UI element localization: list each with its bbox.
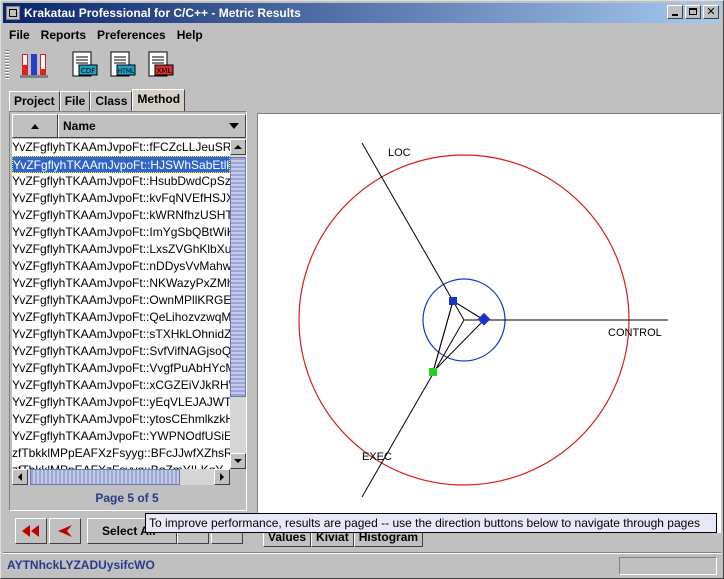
tab-method[interactable]: Method (132, 89, 186, 111)
polygon-edge-top (452, 300, 485, 321)
maximize-icon (689, 8, 697, 15)
report-cdf-icon: CDF (72, 51, 98, 77)
list-item[interactable]: YvZFgflyhTKAAmJvpoFt::kvFqNVEfHSJXr (12, 190, 230, 207)
tab-file[interactable]: File (59, 91, 91, 111)
tab-class[interactable]: Class (90, 91, 133, 111)
list-item[interactable]: zfTbkklMPpEAFXzFsyyg::BFcJJwfXZhsRu (12, 445, 230, 462)
list-item[interactable]: YvZFgflyhTKAAmJvpoFt::ytosCEhmlkzkH (12, 411, 230, 428)
report-xml-button[interactable]: XML (145, 50, 175, 80)
menu-reports[interactable]: Reports (35, 28, 91, 42)
label-control: CONTROL (608, 327, 662, 339)
method-list-panel: Name YvZFgflyhTKAAmJvpoFt::fFCZcLLJeuSRi… (9, 111, 247, 511)
metrics-button[interactable] (19, 50, 49, 80)
list-item[interactable]: YvZFgflyhTKAAmJvpoFt::yEqVLEJAJWTfC (12, 394, 230, 411)
status-separator (3, 552, 721, 554)
toolbar-grip[interactable] (5, 50, 9, 80)
previous-page-button[interactable] (49, 518, 81, 544)
list-item[interactable]: YvZFgflyhTKAAmJvpoFt::sTXHkLOhnidZr (12, 326, 230, 343)
title-bar: Krakatau Professional for C/C++ - Metric… (3, 3, 721, 23)
dropdown-icon (229, 123, 239, 129)
list-item[interactable]: YvZFgflyhTKAAmJvpoFt::OwnMPllKRGEa (12, 292, 230, 309)
label-exec: EXEC (362, 451, 392, 463)
scroll-up-button[interactable] (230, 139, 246, 155)
menu-bar: File Reports Preferences Help (3, 25, 208, 45)
report-html-button[interactable]: HTML (107, 50, 137, 80)
list-item[interactable]: YvZFgflyhTKAAmJvpoFt::YWPNOdfUSiEu (12, 428, 230, 445)
list-item[interactable]: zfTbkklMPpEAFXzFsyyg::BqZmYILKqY (12, 462, 230, 469)
list-item[interactable]: YvZFgflyhTKAAmJvpoFt::SvfVifNAGjsoQB (12, 343, 230, 360)
double-arrow-left-icon (22, 525, 39, 537)
toolbar: CDF HTML XML (5, 47, 183, 83)
vertical-scrollbar[interactable] (230, 139, 246, 469)
xml-label: XML (157, 67, 172, 75)
menu-preferences[interactable]: Preferences (91, 28, 171, 42)
status-text: AYTNhckLYZADUysifcWO (7, 558, 155, 572)
arrow-down-icon (234, 459, 242, 463)
close-button[interactable]: ✕ (703, 5, 719, 19)
list-item[interactable]: YvZFgflyhTKAAmJvpoFt::HsubDwdCpSzl (12, 173, 230, 190)
list-item[interactable]: YvZFgflyhTKAAmJvpoFt::VvgfPuAbHYcMv (12, 360, 230, 377)
kiviat-chart-panel: LOC CONTROL EXEC (257, 113, 721, 533)
arrow-left-icon (18, 473, 22, 481)
menu-help[interactable]: Help (171, 28, 208, 42)
html-label: HTML (118, 68, 135, 75)
list-item[interactable]: YvZFgflyhTKAAmJvpoFt::LxsZVGhKlbXud (12, 241, 230, 258)
arrow-right-icon (220, 473, 224, 481)
scroll-right-button[interactable] (214, 469, 230, 485)
name-column-header[interactable]: Name (58, 114, 246, 138)
horizontal-scroll-thumb[interactable] (30, 469, 180, 485)
app-icon (6, 6, 20, 20)
minimize-button[interactable] (667, 5, 683, 19)
list-item[interactable]: YvZFgflyhTKAAmJvpoFt::QeLihozvzwqMq (12, 309, 230, 326)
point-control (477, 312, 491, 326)
report-xml-icon: XML (148, 51, 174, 77)
vertical-scroll-thumb[interactable] (230, 157, 246, 397)
scroll-down-button[interactable] (230, 453, 246, 469)
list-item[interactable]: YvZFgflyhTKAAmJvpoFt::HJSWhSabEtlkE (12, 156, 230, 173)
status-progress-field (619, 557, 717, 575)
list-item[interactable]: YvZFgflyhTKAAmJvpoFt::NKWazyPxZMhT (12, 275, 230, 292)
horizontal-scrollbar[interactable] (12, 469, 230, 485)
list-item[interactable]: YvZFgflyhTKAAmJvpoFt::nDDysVvMahwA (12, 258, 230, 275)
metrics-thermometer-icon (20, 54, 48, 78)
maximize-button[interactable] (685, 5, 701, 19)
sort-ascending-icon (31, 123, 39, 129)
paging-tooltip: To improve performance, results are page… (145, 513, 717, 533)
list-header: Name (12, 114, 246, 138)
list-item[interactable]: YvZFgflyhTKAAmJvpoFt::kWRNfhzUSHTb (12, 207, 230, 224)
point-exec (429, 368, 437, 376)
axis-loc (361, 142, 465, 321)
list-item[interactable]: YvZFgflyhTKAAmJvpoFt::fFCZcLLJeuSRi (12, 139, 230, 156)
report-html-icon: HTML (110, 51, 136, 77)
status-bar: AYTNhckLYZADUysifcWO (3, 555, 721, 577)
name-header-label: Name (63, 119, 96, 133)
report-cdf-button[interactable]: CDF (69, 50, 99, 80)
app-window: Krakatau Professional for C/C++ - Metric… (0, 0, 724, 579)
list-item[interactable]: YvZFgflyhTKAAmJvpoFt::xCGZEiVJkRHW (12, 377, 230, 394)
window-title: Krakatau Professional for C/C++ - Metric… (24, 6, 301, 20)
arrow-up-icon (234, 145, 242, 149)
menu-file[interactable]: File (3, 28, 35, 42)
minimize-icon (672, 14, 678, 16)
close-icon: ✕ (706, 5, 716, 18)
point-loc (449, 297, 457, 305)
scope-tabs: Project File Class Method (9, 89, 186, 111)
cdf-label: CDF (81, 67, 95, 75)
axis-exec (361, 319, 465, 498)
first-page-button[interactable] (15, 518, 47, 544)
page-indicator: Page 5 of 5 (95, 491, 159, 505)
arrow-left-icon (58, 525, 72, 537)
scroll-left-button[interactable] (12, 469, 28, 485)
method-list: YvZFgflyhTKAAmJvpoFt::fFCZcLLJeuSRi YvZFg… (12, 139, 230, 469)
tab-project[interactable]: Project (9, 91, 60, 111)
kiviat-chart: LOC CONTROL EXEC (298, 142, 668, 498)
label-loc: LOC (388, 147, 411, 159)
sort-column-header[interactable] (12, 114, 58, 138)
list-item[interactable]: YvZFgflyhTKAAmJvpoFt::ImYgSbQBtWiKj (12, 224, 230, 241)
